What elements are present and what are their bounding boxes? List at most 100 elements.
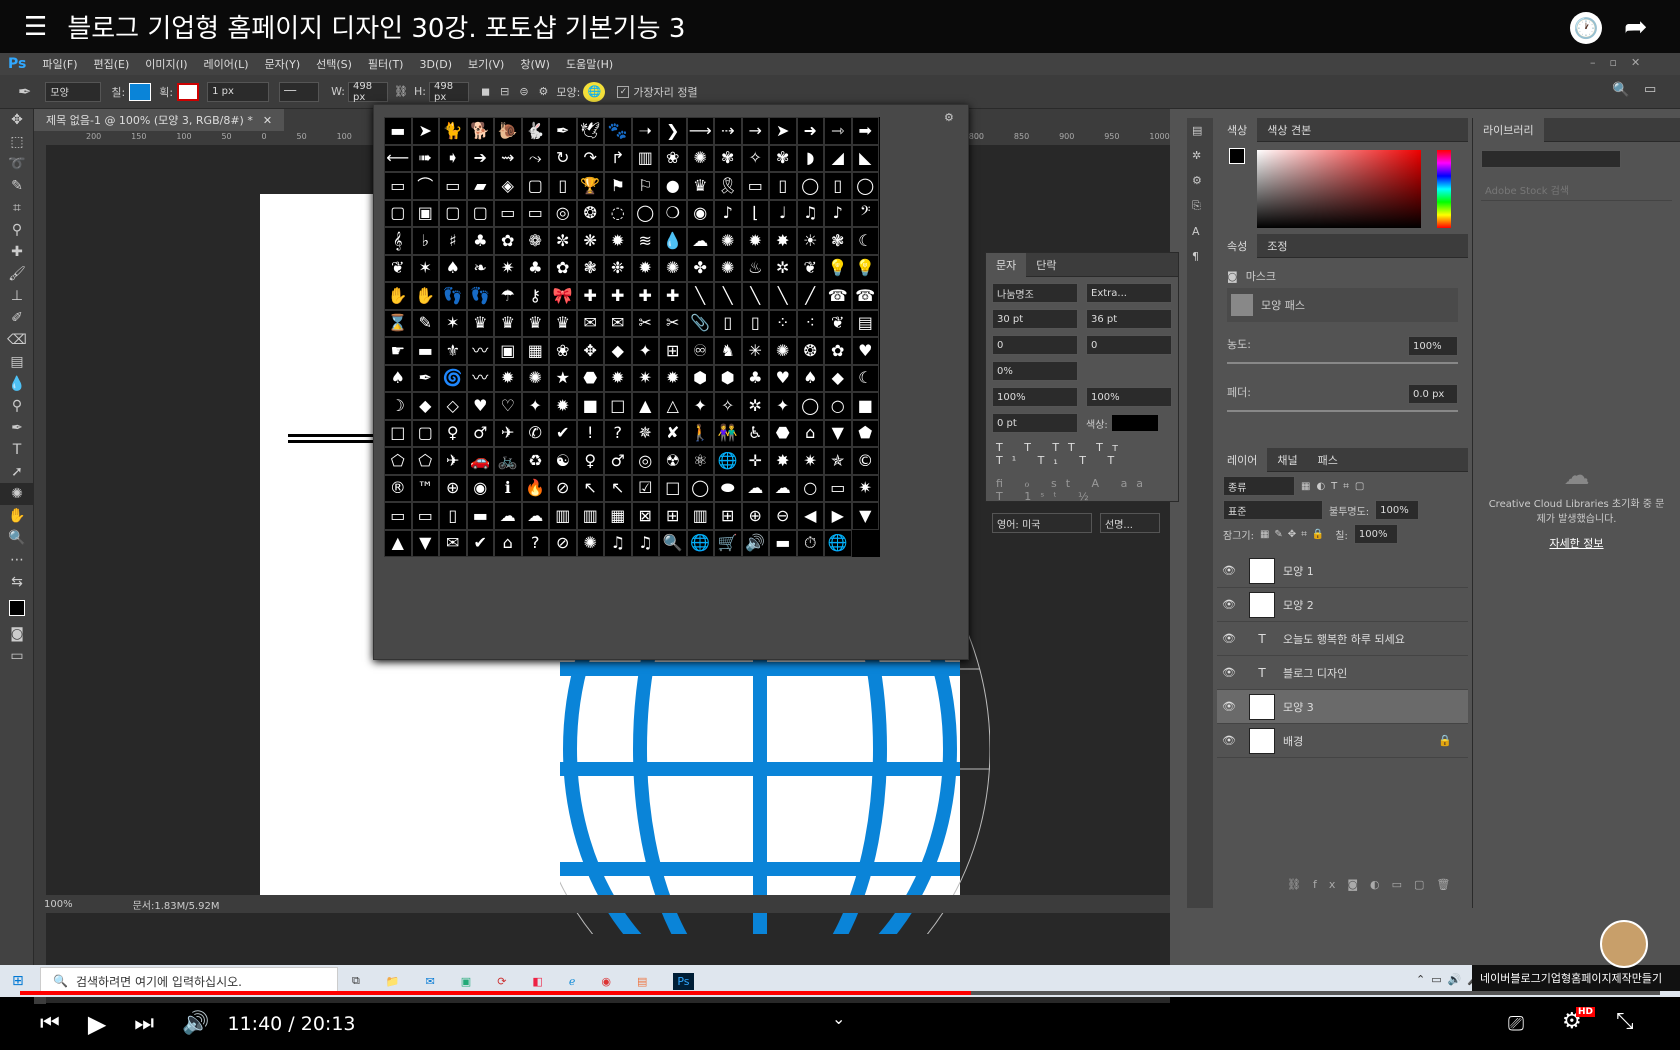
custom-shape-picker[interactable]: ▬ ➤ 🐈 🐕 🐌 🐇 ✒ 🕊 🐾 ➝ ❯ ⟶ ⇢ → ➤ ➜ ⇾ ➡ ⟵ ➠ ➧ ➔ ⇝ ⤳ ↻ ↷ ↱ ▥ ❀ ✺ ✾ ✧ ✾ ◗ ◢ ◣ ▭ ⌒ ▭ ▰… bbox=[373, 104, 969, 660]
tab-layers[interactable]: 레이어 bbox=[1217, 447, 1268, 472]
shape-preset[interactable]: 𝄞 bbox=[384, 227, 412, 255]
shape-preset[interactable]: 🔥 bbox=[521, 474, 549, 502]
shape-preset[interactable]: ✹ bbox=[494, 364, 522, 392]
shape-preset[interactable]: ◯ bbox=[796, 172, 824, 200]
shape-preset[interactable]: ✺ bbox=[576, 529, 604, 557]
dodge-tool-icon[interactable]: ⚲ bbox=[0, 395, 34, 417]
shape-preset[interactable]: ▢ bbox=[521, 172, 549, 200]
stamp-tool-icon[interactable]: ⊥ bbox=[0, 285, 34, 307]
close-icon[interactable]: ✕ bbox=[263, 114, 272, 127]
shape-preset[interactable]: ⊞ bbox=[714, 502, 742, 530]
zoom-level[interactable]: 100% bbox=[44, 899, 73, 910]
shape-preset[interactable]: ╲ bbox=[686, 282, 714, 310]
shape-preset[interactable]: ▣ bbox=[411, 199, 439, 227]
shape-preset[interactable]: ® bbox=[384, 474, 412, 502]
mode-select[interactable]: 모양 bbox=[45, 81, 102, 102]
hand-tool-icon[interactable]: ✋ bbox=[0, 505, 34, 527]
shape-preset[interactable]: 🐌 bbox=[494, 117, 522, 145]
shape-preset[interactable]: 🔍 bbox=[659, 529, 687, 557]
tab-channels[interactable]: 채널 bbox=[1267, 452, 1307, 468]
menu-type[interactable]: 문자(Y) bbox=[257, 56, 309, 72]
shape-preset[interactable]: ▰ bbox=[466, 172, 494, 200]
windows-start-icon[interactable]: ⊞ bbox=[12, 973, 24, 989]
color-field[interactable] bbox=[1257, 150, 1421, 228]
shape-preset[interactable]: ✹ bbox=[741, 227, 769, 255]
lasso-tool-icon[interactable]: ➰ bbox=[0, 153, 34, 175]
shape-preset[interactable]: ❦ bbox=[824, 309, 852, 337]
shape-preset[interactable]: ▢ bbox=[466, 199, 494, 227]
shape-preset[interactable]: ℹ bbox=[494, 474, 522, 502]
previous-icon[interactable]: ⏮ bbox=[40, 1011, 60, 1036]
shape-preset[interactable]: ✉ bbox=[604, 309, 632, 337]
shape-preset[interactable]: ★ bbox=[549, 364, 577, 392]
shape-preset[interactable]: ❦ bbox=[796, 254, 824, 282]
shape-preset[interactable]: △ bbox=[659, 392, 687, 420]
shape-preset[interactable]: ♂ bbox=[604, 447, 632, 475]
shape-preset[interactable]: ✶ bbox=[411, 254, 439, 282]
shape-preset[interactable]: ▯ bbox=[714, 309, 742, 337]
opacity-input[interactable]: 100% bbox=[1375, 500, 1420, 520]
shape-preset[interactable]: ✆ bbox=[521, 419, 549, 447]
shape-preset[interactable]: ▯ bbox=[741, 309, 769, 337]
shape-preset[interactable]: ⚜ bbox=[439, 337, 467, 365]
shape-preset[interactable]: ⏱ bbox=[796, 529, 824, 557]
shape-preset[interactable]: ♛ bbox=[494, 309, 522, 337]
volume-icon[interactable]: 🔊 bbox=[182, 1011, 209, 1036]
layer-row[interactable]: 👁 T 블로그 디자인 bbox=[1217, 656, 1468, 690]
shape-preset[interactable]: ↖ bbox=[576, 474, 604, 502]
shape-preset[interactable]: ☁ bbox=[521, 502, 549, 530]
shape-preset[interactable]: ◯ bbox=[631, 199, 659, 227]
shape-preset[interactable]: 👫 bbox=[714, 419, 742, 447]
layer-row[interactable]: 👁 모양 2 bbox=[1217, 588, 1468, 622]
shape-preset[interactable]: ☁ bbox=[769, 474, 797, 502]
screen-mode-icon[interactable]: ▭ bbox=[0, 645, 34, 667]
width-input[interactable]: 498 px bbox=[348, 81, 389, 103]
shape-preset[interactable]: ♛ bbox=[549, 309, 577, 337]
shape-preset[interactable]: ✹ bbox=[549, 392, 577, 420]
shape-preset[interactable]: ↱ bbox=[604, 144, 632, 172]
menu-file[interactable]: 파일(F) bbox=[34, 56, 85, 72]
quick-select-tool-icon[interactable]: ✎ bbox=[0, 175, 34, 197]
shape-preset[interactable]: ✛ bbox=[741, 447, 769, 475]
shape-preset[interactable]: 〰 bbox=[466, 364, 494, 392]
feather-input[interactable]: 0.0 px bbox=[1408, 384, 1458, 404]
shape-preset[interactable]: ☽ bbox=[384, 392, 412, 420]
shape-preset[interactable]: ▢ bbox=[411, 419, 439, 447]
swap-colors-icon[interactable]: ⇆ bbox=[0, 571, 34, 593]
tab-properties[interactable]: 속성 bbox=[1217, 233, 1258, 258]
shape-preset[interactable]: ♪ bbox=[714, 199, 742, 227]
shape-preset[interactable]: → bbox=[741, 117, 769, 145]
shape-preset[interactable]: ▯ bbox=[439, 502, 467, 530]
shape-preset[interactable]: ❦ bbox=[384, 254, 412, 282]
shape-preset[interactable]: ✺ bbox=[686, 144, 714, 172]
layer-row[interactable]: 👁 T 오늘도 행복한 하루 되세요 bbox=[1217, 622, 1468, 656]
shape-preset[interactable]: ▶ bbox=[824, 502, 852, 530]
task-view-icon[interactable]: ⧉ bbox=[352, 974, 360, 988]
paragraph-icon[interactable]: ¶ bbox=[1187, 244, 1213, 269]
shape-preset[interactable]: ☢ bbox=[659, 447, 687, 475]
shape-preset[interactable]: ❃ bbox=[576, 254, 604, 282]
shape-preset[interactable]: ○ bbox=[796, 474, 824, 502]
layer-actions[interactable]: ⛓fx◙◐▭▢🗑 bbox=[1287, 878, 1462, 891]
shape-preset[interactable]: 🐈 bbox=[439, 117, 467, 145]
shape-preset[interactable]: 👣 bbox=[466, 282, 494, 310]
kerning-input[interactable]: 0 bbox=[992, 335, 1078, 355]
shape-preset[interactable]: ♫ bbox=[796, 199, 824, 227]
shape-preset[interactable]: ♛ bbox=[521, 309, 549, 337]
shape-preset[interactable]: ✿ bbox=[549, 254, 577, 282]
shape-preset[interactable]: ✾ bbox=[769, 144, 797, 172]
shape-preset[interactable]: ✸ bbox=[769, 447, 797, 475]
shape-preset[interactable]: 📎 bbox=[686, 309, 714, 337]
shape-preset[interactable]: ♫ bbox=[604, 529, 632, 557]
shape-preset[interactable]: 🌐 bbox=[824, 529, 852, 557]
shape-preset[interactable]: ♥ bbox=[851, 337, 879, 365]
shape-preset[interactable]: ⌂ bbox=[494, 529, 522, 557]
channel-avatar[interactable] bbox=[1600, 920, 1648, 968]
shape-preset[interactable]: ✹ bbox=[631, 254, 659, 282]
shape-preset[interactable]: ✺ bbox=[521, 364, 549, 392]
window-controls[interactable]: –▫✕ bbox=[1590, 56, 1654, 69]
shape-preset[interactable]: ✧ bbox=[714, 392, 742, 420]
menu-layer[interactable]: 레이어(L) bbox=[195, 56, 256, 72]
blur-tool-icon[interactable]: 💧 bbox=[0, 373, 34, 395]
shape-preset[interactable]: ☛ bbox=[384, 337, 412, 365]
